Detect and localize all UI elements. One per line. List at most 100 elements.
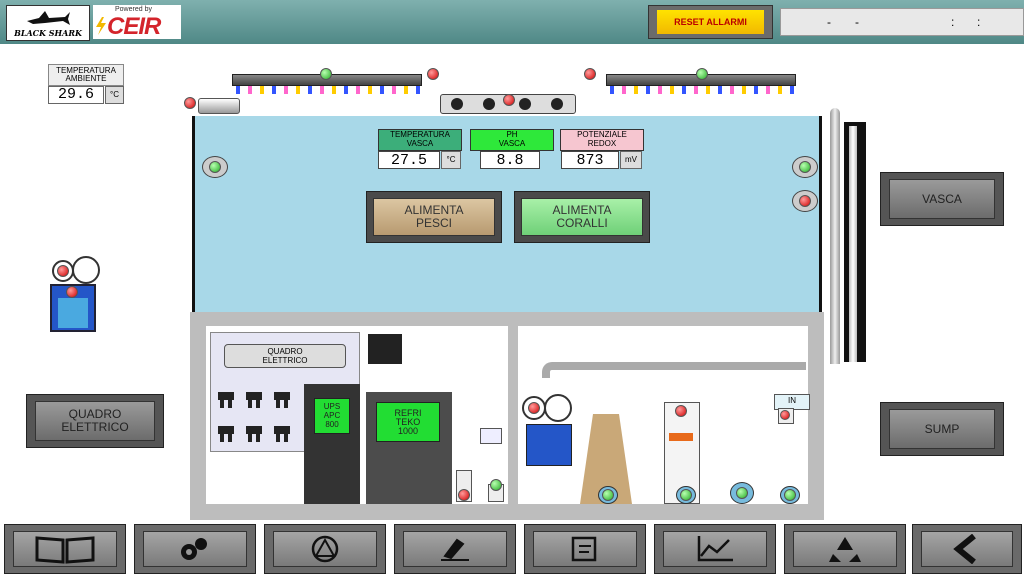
sump-button[interactable]: SUMP (880, 402, 1004, 456)
electrical-panel-label-line2: ELETTRICO (262, 356, 308, 365)
electrical-panel-label: QUADRO ELETTRICO (224, 344, 346, 368)
ato-alarm-icon (66, 286, 78, 298)
logo-text: BLACK SHARK (14, 28, 82, 38)
level-sensor-icon (778, 408, 794, 424)
skimmer-pump-icon (544, 394, 572, 422)
datetime-display: - - : : (780, 8, 1024, 36)
note-edit-icon (571, 536, 597, 562)
redox-label-line2: REDOX (587, 139, 617, 148)
feed-coral-label-line2: CORALLI (556, 216, 608, 230)
shark-icon (27, 11, 70, 25)
chiller-label-line3: 1000 (397, 426, 419, 436)
nav-back-button[interactable] (912, 524, 1022, 574)
lightning-icon (96, 17, 106, 35)
light-right-status-icon (696, 68, 708, 80)
valve-icon (488, 479, 504, 502)
time-separator: : (977, 15, 981, 29)
alarm-icon (311, 535, 339, 563)
feed-fish-face: ALIMENTA PESCI (373, 198, 495, 236)
redox-value: 873 (561, 151, 619, 169)
wave-pump-right-icon (792, 156, 818, 178)
chiller-display: REFRI TEKO 1000 (376, 402, 440, 442)
quadro-elettrico-face: QUADRO ELETTRICO (35, 401, 155, 441)
back-arrow-icon (953, 534, 976, 564)
redox-label: POTENZIALE REDOX (560, 129, 644, 151)
nav-back-face (921, 531, 1013, 567)
electrical-panel-label-line1: QUADRO (267, 347, 303, 356)
sump-pump-icon (780, 486, 800, 504)
ambient-temp-unit: °C (105, 86, 124, 104)
light-right-alarm-icon (584, 68, 596, 80)
nav-log-face (403, 531, 507, 567)
gears-icon (181, 538, 207, 560)
nav-recycle-button[interactable] (784, 524, 906, 574)
hand-writing-icon (441, 538, 469, 561)
nav-trend-face (663, 531, 767, 567)
trend-chart-icon (697, 536, 733, 562)
nav-alarms-face (273, 531, 377, 567)
quadro-label-line2: ELETTRICO (61, 420, 129, 434)
ups-label-line3: 800 (325, 420, 339, 429)
ups-unit: UPS APC 800 (304, 384, 360, 504)
nav-manual-face (13, 531, 117, 567)
ambient-temp-value: 29.6 (48, 86, 104, 104)
ph-label: PH VASCA (470, 129, 554, 151)
small-pump-icon (456, 470, 472, 502)
ups-label-line2: APC (323, 411, 341, 420)
feed-coral-button[interactable]: ALIMENTA CORALLI (514, 191, 650, 243)
skimmer-base-pump-icon (598, 486, 618, 504)
light-left-leds-icon (236, 86, 420, 94)
ups-display: UPS APC 800 (314, 398, 350, 434)
tank-temp-unit: °C (441, 151, 461, 169)
ceir-logo: Powered by CEIR (93, 5, 181, 40)
feed-coral-face: ALIMENTA CORALLI (521, 198, 643, 236)
date-separator: - (855, 15, 859, 29)
light-left-status-icon (320, 68, 332, 80)
ato-pump-icon (72, 256, 100, 284)
tank-temp-label: TEMPERATURA VASCA (378, 129, 462, 151)
reset-alarms-label: RESET ALLARMI (657, 10, 764, 34)
tank-temp-value: 27.5 (378, 151, 440, 169)
tank-temp-label-line1: TEMPERATURA (390, 130, 450, 139)
flow-meter-icon (480, 428, 502, 444)
nav-trend-button[interactable] (654, 524, 776, 574)
vasca-label: VASCA (889, 179, 995, 219)
black-module (368, 334, 402, 364)
chiller-unit: REFRI TEKO 1000 (366, 392, 452, 504)
nav-settings-face (143, 531, 247, 567)
light-right-leds-icon (610, 86, 794, 94)
return-pipe (849, 126, 857, 362)
light-left-alarm-icon (427, 68, 439, 80)
powered-by-label: Powered by (115, 6, 152, 13)
heater-alarm-icon (184, 97, 196, 109)
wave-pump-right2-icon (792, 190, 818, 212)
ups-label-line1: UPS (323, 402, 341, 411)
sump-label: SUMP (889, 409, 995, 449)
redox-label-line1: POTENZIALE (577, 130, 627, 139)
overflow-pipe (830, 108, 840, 364)
nav-alarms-button[interactable] (264, 524, 386, 574)
ph-label-line2: VASCA (498, 139, 526, 148)
return-pump-icon (730, 482, 754, 504)
heater-icon (198, 98, 240, 114)
reset-alarms-button[interactable]: RESET ALLARMI (648, 5, 773, 39)
ato-float-sensor-icon (52, 260, 74, 282)
nav-manual-button[interactable] (4, 524, 126, 574)
quadro-elettrico-button[interactable]: QUADRO ELETTRICO (26, 394, 164, 448)
feed-fish-label-line2: PESCI (415, 216, 452, 230)
date-separator: - (827, 15, 831, 29)
ambient-temp-label-box: TEMPERATURA AMBIENTE (48, 64, 124, 86)
nav-log-button[interactable] (394, 524, 516, 574)
redox-unit: mV (620, 151, 642, 169)
ph-label-line1: PH (506, 130, 518, 139)
feed-fish-button[interactable]: ALIMENTA PESCI (366, 191, 502, 243)
recycle-icon (829, 537, 861, 562)
ceir-name: CEIR (107, 13, 161, 40)
black-shark-logo: BLACK SHARK (6, 5, 90, 41)
nav-notes-button[interactable] (524, 524, 646, 574)
nav-settings-button[interactable] (134, 524, 256, 574)
fans-alarm-icon (503, 94, 515, 106)
book-icon (35, 536, 95, 564)
vasca-button[interactable]: VASCA (880, 172, 1004, 226)
wave-pump-left-icon (202, 156, 228, 178)
